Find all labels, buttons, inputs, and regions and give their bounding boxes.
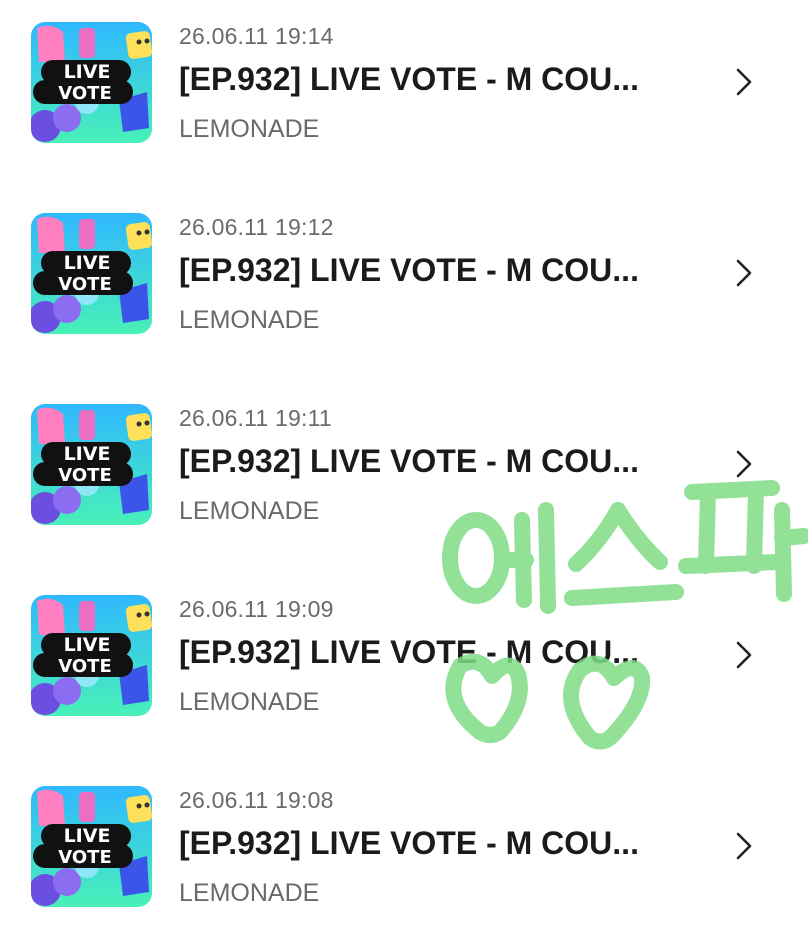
vote-title: [EP.932] LIVE VOTE - M COU... <box>179 61 639 97</box>
vote-date: 26.06.11 19:14 <box>179 23 334 49</box>
list-item[interactable]: LIVE VOTE 26.06.11 19:09 [EP.932] LIVE V… <box>0 573 808 723</box>
vote-artist: LEMONADE <box>179 688 320 716</box>
live-vote-thumbnail: LIVE VOTE <box>31 404 152 525</box>
list-item[interactable]: LIVE VOTE 26.06.11 19:11 [EP.932] LIVE V… <box>0 382 808 532</box>
live-vote-thumbnail: LIVE VOTE <box>31 22 152 143</box>
vote-artist: LEMONADE <box>179 879 320 907</box>
thumb-line2: VOTE <box>58 656 112 677</box>
thumb-line2: VOTE <box>58 465 112 486</box>
live-vote-thumbnail: LIVE VOTE <box>31 786 152 907</box>
list-item[interactable]: LIVE VOTE 26.06.11 19:08 [EP.932] LIVE V… <box>0 764 808 914</box>
thumb-line2: VOTE <box>58 83 112 104</box>
list-item[interactable]: LIVE VOTE 26.06.11 19:12 [EP.932] LIVE V… <box>0 191 808 341</box>
vote-artist: LEMONADE <box>179 115 320 143</box>
vote-artist: LEMONADE <box>179 306 320 334</box>
chevron-right-icon[interactable] <box>732 66 756 98</box>
thumb-line1: LIVE <box>64 634 111 656</box>
vote-artist: LEMONADE <box>179 497 320 525</box>
live-vote-thumbnail: LIVE VOTE <box>31 595 152 716</box>
thumb-line1: LIVE <box>64 252 111 274</box>
thumb-line2: VOTE <box>58 847 112 868</box>
vote-date: 26.06.11 19:08 <box>179 787 334 813</box>
chevron-right-icon[interactable] <box>732 830 756 862</box>
vote-history-list: LIVE VOTE 26.06.11 19:14 [EP.932] LIVE V… <box>0 0 808 928</box>
vote-title: [EP.932] LIVE VOTE - M COU... <box>179 252 639 288</box>
live-vote-thumbnail: LIVE VOTE <box>31 213 152 334</box>
chevron-right-icon[interactable] <box>732 448 756 480</box>
thumb-line1: LIVE <box>64 825 111 847</box>
thumb-line2: VOTE <box>58 274 112 295</box>
thumb-line1: LIVE <box>64 443 111 465</box>
vote-title: [EP.932] LIVE VOTE - M COU... <box>179 825 639 861</box>
chevron-right-icon[interactable] <box>732 639 756 671</box>
vote-date: 26.06.11 19:12 <box>179 214 334 240</box>
chevron-right-icon[interactable] <box>732 257 756 289</box>
vote-date: 26.06.11 19:11 <box>179 405 332 431</box>
vote-title: [EP.932] LIVE VOTE - M COU... <box>179 443 639 479</box>
vote-date: 26.06.11 19:09 <box>179 596 334 622</box>
vote-title: [EP.932] LIVE VOTE - M COU... <box>179 634 639 670</box>
list-item[interactable]: LIVE VOTE 26.06.11 19:14 [EP.932] LIVE V… <box>0 0 808 150</box>
thumb-line1: LIVE <box>64 61 111 83</box>
